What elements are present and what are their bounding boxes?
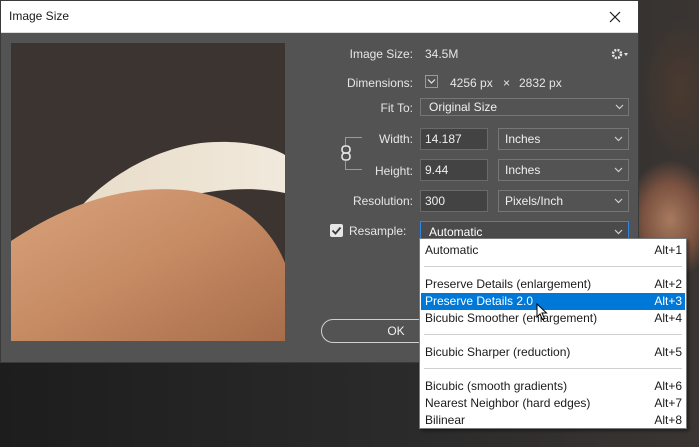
- title-bar: Image Size: [1, 1, 638, 33]
- chain-link-icon[interactable]: [339, 145, 353, 161]
- image-preview[interactable]: [11, 43, 285, 341]
- menu-item-label: Bicubic Smoother (enlargement): [425, 311, 598, 325]
- resolution-label: Resolution:: [352, 194, 413, 208]
- menu-item-shortcut: Alt+8: [654, 413, 682, 427]
- menu-separator: [424, 368, 682, 369]
- menu-item-shortcut: Alt+6: [654, 379, 682, 393]
- menu-item-shortcut: Alt+4: [654, 311, 682, 325]
- preview-image: [11, 43, 285, 341]
- resolution-unit-select[interactable]: Pixels/Inch: [498, 190, 629, 212]
- dimensions-label: Dimensions:: [346, 76, 413, 90]
- resample-checkbox[interactable]: [330, 224, 343, 237]
- menu-item-preserve-details[interactable]: Preserve Details (enlargement) Alt+2: [421, 276, 685, 293]
- menu-item-nearest-neighbor[interactable]: Nearest Neighbor (hard edges) Alt+7: [421, 395, 685, 412]
- fit-to-value: Original Size: [429, 100, 498, 114]
- chevron-down-icon: [614, 136, 623, 142]
- menu-item-label: Bicubic (smooth gradients): [425, 379, 568, 393]
- height-label: Height:: [374, 164, 413, 178]
- dimensions-times: ×: [503, 76, 511, 90]
- resample-value: Automatic: [429, 225, 483, 239]
- image-size-label: Image Size:: [349, 47, 413, 61]
- image-size-value: 34.5M: [425, 47, 459, 61]
- resample-label: Resample:: [349, 224, 407, 238]
- mouse-pointer-icon: [536, 303, 548, 321]
- width-input[interactable]: 14.187: [420, 128, 488, 150]
- menu-item-label: Preserve Details (enlargement): [425, 277, 592, 291]
- menu-separator: [424, 266, 682, 267]
- menu-item-label: Automatic: [425, 243, 479, 257]
- resolution-input[interactable]: 300: [420, 190, 488, 212]
- fit-to-select[interactable]: Original Size: [420, 98, 629, 116]
- menu-item-label: Preserve Details 2.0: [425, 294, 534, 308]
- chevron-down-icon: [614, 167, 623, 173]
- menu-item-shortcut: Alt+5: [654, 345, 682, 359]
- menu-item-shortcut: Alt+7: [654, 396, 682, 410]
- fit-to-label: Fit To:: [380, 101, 413, 115]
- chevron-down-icon: [614, 229, 623, 235]
- dimensions-width: 4256 px: [450, 76, 493, 90]
- dimensions-height: 2832 px: [519, 76, 562, 90]
- close-icon: [609, 11, 621, 22]
- menu-item-bicubic-smoother[interactable]: Bicubic Smoother (enlargement) Alt+4: [421, 310, 685, 327]
- height-unit-value: Inches: [505, 163, 541, 177]
- menu-item-shortcut: Alt+2: [654, 277, 682, 291]
- menu-item-bicubic[interactable]: Bicubic (smooth gradients) Alt+6: [421, 378, 685, 395]
- menu-item-automatic[interactable]: Automatic Alt+1: [421, 242, 685, 259]
- menu-item-shortcut: Alt+3: [654, 294, 682, 308]
- width-unit-select[interactable]: Inches: [498, 128, 629, 150]
- menu-separator: [424, 334, 682, 335]
- menu-item-shortcut: Alt+1: [654, 243, 682, 257]
- menu-item-bicubic-sharper[interactable]: Bicubic Sharper (reduction) Alt+5: [421, 344, 685, 361]
- width-label: Width:: [378, 132, 413, 146]
- menu-item-label: Nearest Neighbor (hard edges): [425, 396, 591, 410]
- checkbox-checked-icon: [331, 226, 342, 235]
- menu-item-label: Bicubic Sharper (reduction): [425, 345, 571, 359]
- chevron-down-icon: [615, 104, 624, 110]
- window-title: Image Size: [9, 9, 70, 23]
- menu-item-preserve-details-2[interactable]: Preserve Details 2.0 Alt+3: [421, 293, 685, 310]
- chevron-down-icon: [427, 79, 436, 84]
- resolution-unit-value: Pixels/Inch: [505, 194, 564, 208]
- gear-icon[interactable]: [609, 45, 631, 63]
- dimensions-toggle[interactable]: [425, 75, 438, 88]
- height-input[interactable]: 9.44: [420, 159, 488, 181]
- menu-item-bilinear[interactable]: Bilinear Alt+8: [421, 412, 685, 429]
- menu-item-label: Bilinear: [425, 413, 466, 427]
- resample-dropdown-menu: Automatic Alt+1 Preserve Details (enlarg…: [419, 238, 687, 429]
- width-unit-value: Inches: [505, 132, 541, 146]
- chevron-down-icon: [614, 198, 623, 204]
- close-button[interactable]: [592, 1, 638, 32]
- height-unit-select[interactable]: Inches: [498, 159, 629, 181]
